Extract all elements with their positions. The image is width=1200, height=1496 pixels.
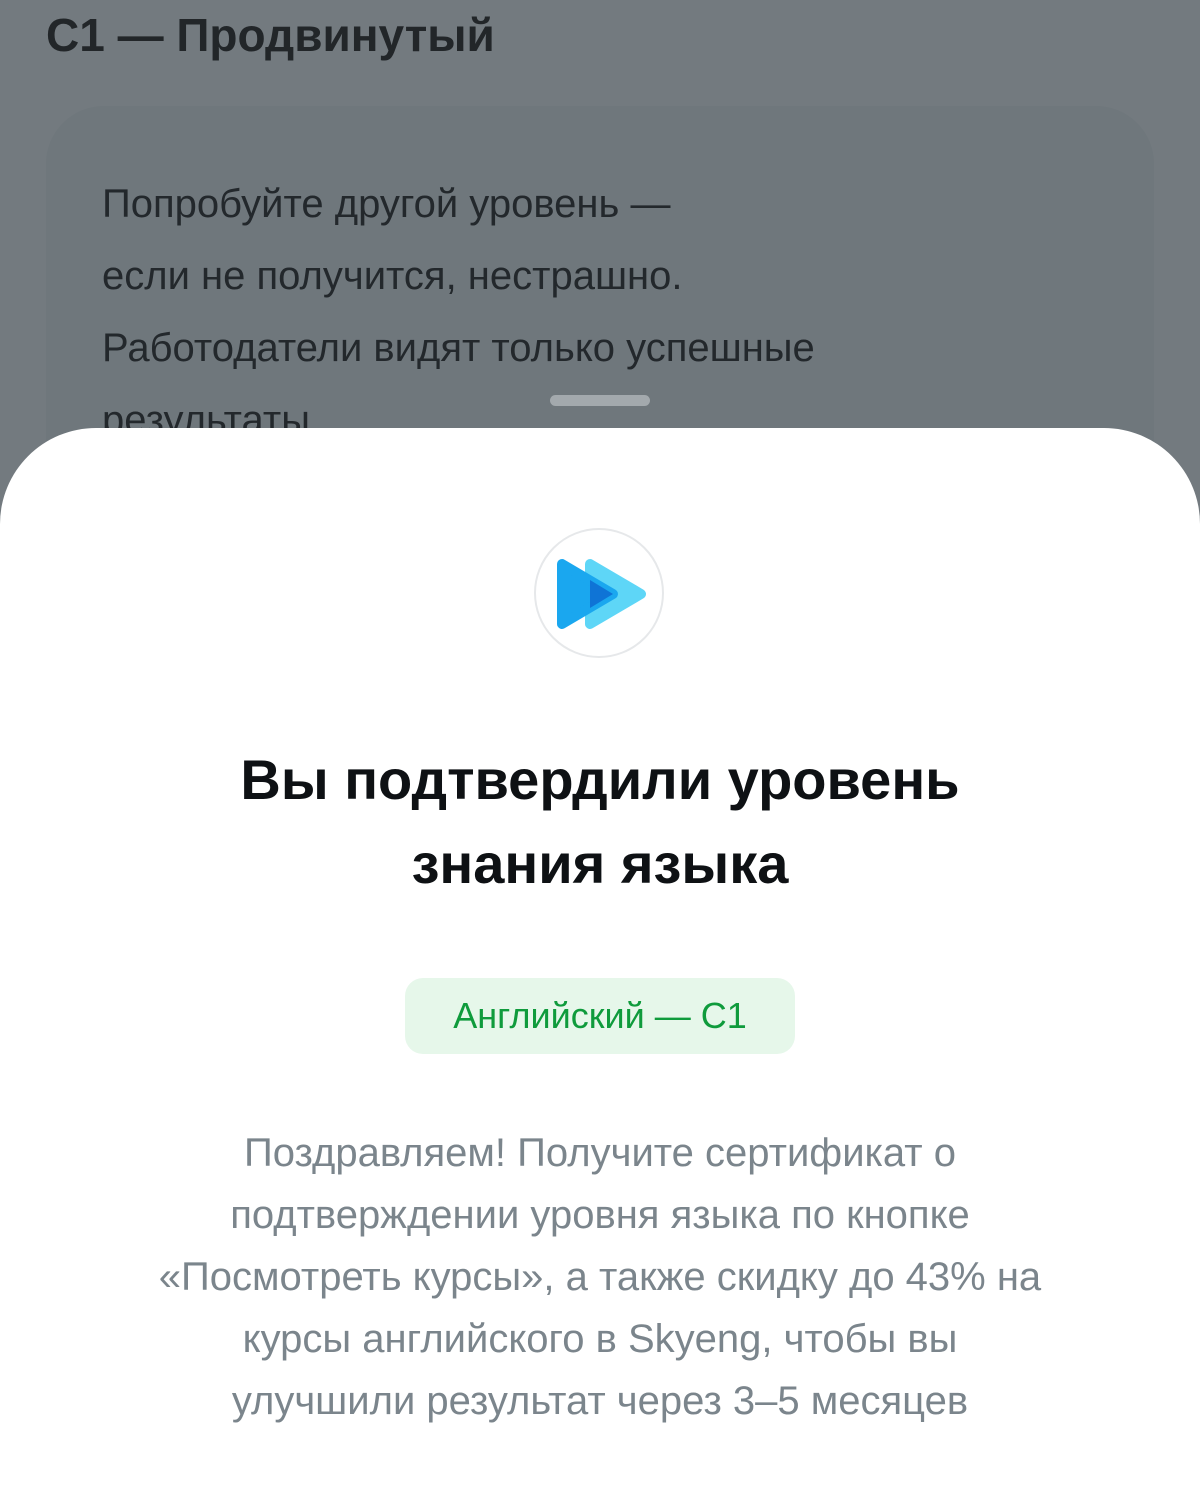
skyeng-logo (534, 528, 664, 658)
description-line: подтверждении уровня языка по кнопке (230, 1193, 970, 1237)
bottom-sheet: Вы подтвердили уровень знания языка Англ… (0, 428, 1200, 1496)
level-heading: C1 — Продвинутый (46, 9, 495, 61)
title-line: знания языка (411, 832, 789, 895)
level-info-text: Попробуйте другой уровень — если не полу… (102, 168, 1102, 456)
title-line: Вы подтвердили уровень (240, 748, 960, 811)
level-info-line: Работодатели видят только успешные (102, 326, 815, 370)
level-info-line: если не получится, нестрашно. (102, 254, 683, 298)
language-level-badge: Английский — C1 (405, 978, 795, 1054)
description-line: Поздравляем! Получите сертификат о (244, 1131, 956, 1175)
confirmation-title: Вы подтвердили уровень знания языка (100, 738, 1100, 906)
description-line: улучшили результат через 3–5 месяцев (231, 1379, 969, 1423)
sheet-drag-handle[interactable] (550, 395, 650, 406)
level-info-line: Попробуйте другой уровень — (102, 182, 671, 226)
congrats-description: Поздравляем! Получите сертификат о подтв… (40, 1122, 1160, 1432)
skyeng-play-icon (557, 559, 646, 629)
description-line: «Посмотреть курсы», а также скидку до 43… (158, 1255, 1042, 1299)
description-line: курсы английского в Skyeng, чтобы вы (242, 1317, 958, 1361)
